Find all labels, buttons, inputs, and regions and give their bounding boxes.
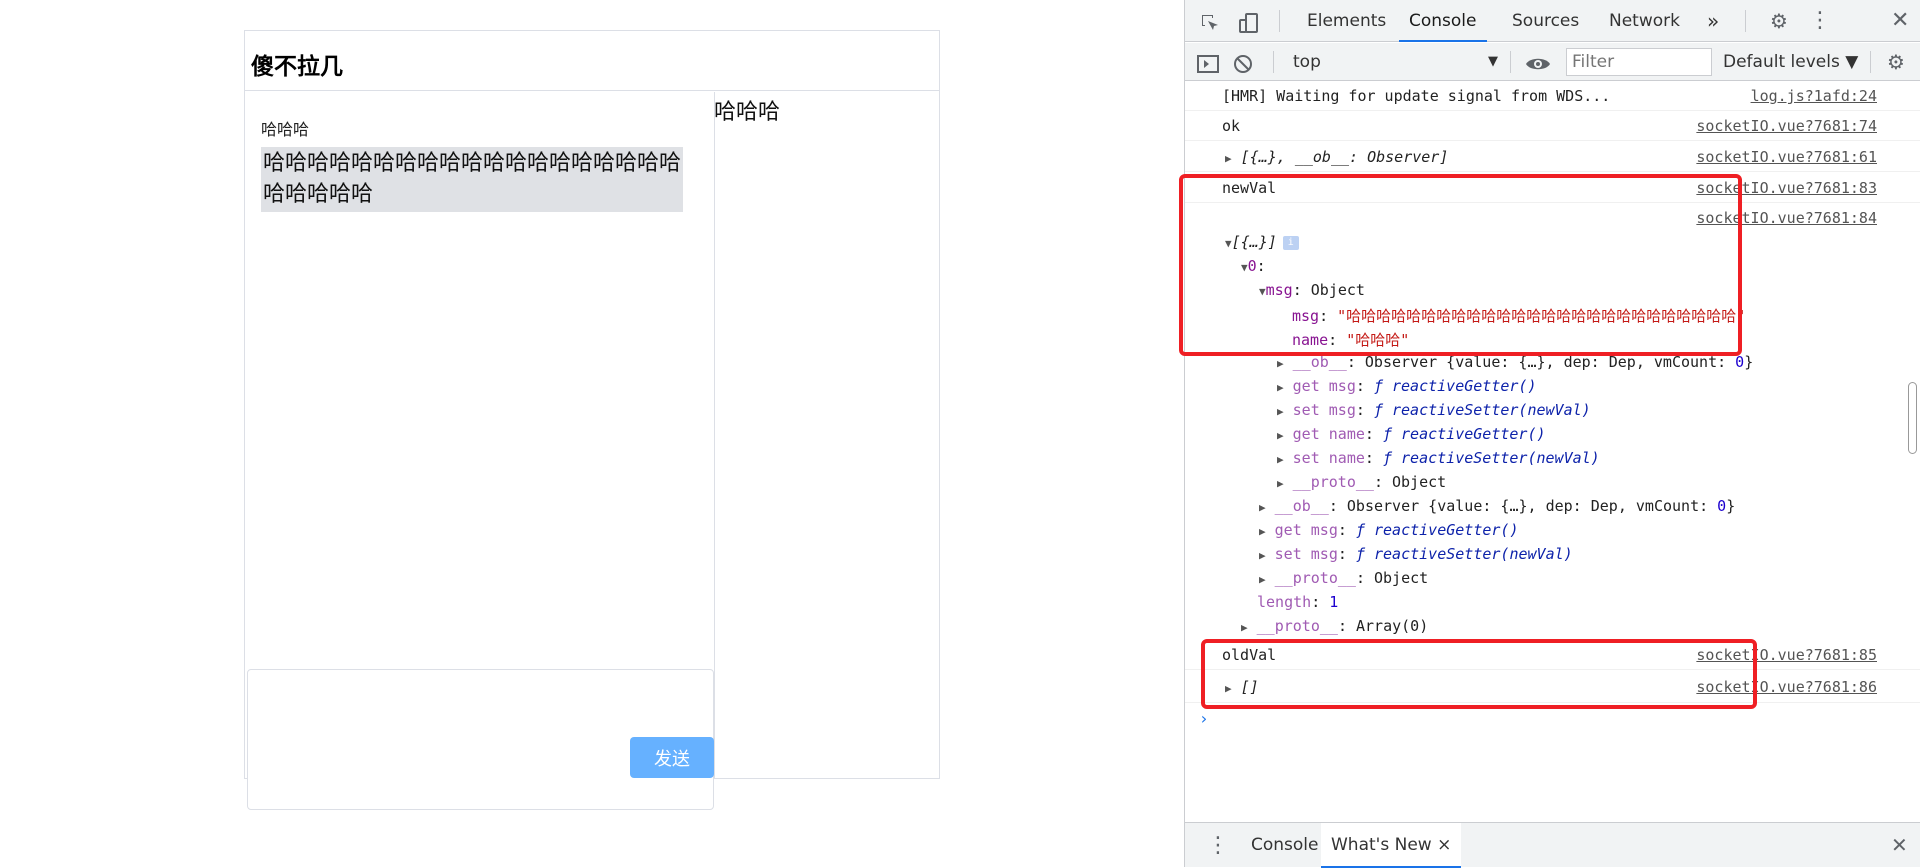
tree-get-name[interactable]: ▶ get name: ƒ reactiveGetter() — [1277, 425, 1546, 443]
message-sender: 哈哈哈 — [261, 120, 310, 139]
close-devtools-icon[interactable]: ✕ — [1891, 0, 1909, 42]
annotation-box — [1179, 174, 1742, 356]
message-bubble: 哈哈哈哈哈哈哈哈哈哈哈哈哈哈哈哈哈哈哈哈哈哈哈哈 — [261, 147, 683, 212]
log-source-link[interactable]: socketIO.vue?7681:74 — [1696, 117, 1877, 135]
log-row: ok socketIO.vue?7681:74 — [1185, 111, 1920, 141]
log-message: ok — [1222, 117, 1241, 135]
chat-app: 傻不拉几 哈哈哈 哈哈哈哈哈哈哈哈哈哈哈哈哈哈哈哈哈哈哈哈哈哈哈哈 — [244, 30, 940, 810]
app-header: 傻不拉几 — [245, 31, 939, 91]
log-row: ▶ [{…}, __ob__: Observer] socketIO.vue?7… — [1185, 141, 1920, 172]
tree-set-msg[interactable]: ▶ set msg: ƒ reactiveSetter(newVal) — [1277, 401, 1591, 419]
clear-console-icon[interactable] — [1233, 43, 1253, 81]
inspect-element-icon[interactable] — [1199, 0, 1221, 42]
page-title: 傻不拉几 — [251, 54, 343, 80]
console-settings-gear-icon[interactable]: ⚙ — [1887, 43, 1905, 81]
console-log: [HMR] Waiting for update signal from WDS… — [1179, 82, 1920, 822]
user-panel-label: 哈哈哈 — [714, 100, 781, 125]
context-select[interactable]: top ▼ — [1293, 43, 1498, 81]
tree-proto[interactable]: ▶ __proto__: Object — [1259, 569, 1428, 587]
tab-network[interactable]: Network — [1609, 0, 1680, 42]
devtools-tabbar: Elements Console Sources Network » ⚙ ⋮ ✕ — [1185, 0, 1920, 42]
tree-length: length: 1 — [1257, 593, 1339, 611]
log-source-link[interactable]: log.js?1afd:24 — [1751, 87, 1877, 105]
drawer-tab-console[interactable]: Console — [1241, 823, 1329, 868]
drawer-tab-whats-new[interactable]: What's New × — [1321, 823, 1462, 868]
tab-sources[interactable]: Sources — [1512, 0, 1579, 42]
drawer-menu-icon[interactable]: ⋮ — [1207, 823, 1229, 868]
devtools-panel: Elements Console Sources Network » ⚙ ⋮ ✕… — [1179, 0, 1920, 868]
log-message: [HMR] Waiting for update signal from WDS… — [1222, 87, 1611, 105]
tree-get-msg[interactable]: ▶ get msg: ƒ reactiveGetter() — [1277, 377, 1537, 395]
tree-ob[interactable]: ▶ __ob__: Observer {value: {…}, dep: Dep… — [1259, 497, 1735, 515]
console-toolbar: top ▼ Default levels ▼ ⚙ — [1185, 43, 1920, 81]
log-object-collapsed[interactable]: ▶ [{…}, __ob__: Observer] — [1225, 148, 1448, 166]
console-prompt-icon[interactable]: › — [1199, 709, 1209, 728]
console-scrollbar[interactable] — [1908, 382, 1917, 454]
more-tabs-button[interactable]: » — [1707, 0, 1719, 42]
context-value: top — [1293, 52, 1321, 72]
chat-panel: 哈哈哈 哈哈哈哈哈哈哈哈哈哈哈哈哈哈哈哈哈哈哈哈哈哈哈哈 — [245, 92, 715, 810]
log-levels-select[interactable]: Default levels ▼ — [1723, 43, 1858, 81]
dropdown-arrow-icon: ▼ — [1488, 54, 1498, 69]
kebab-menu-icon[interactable]: ⋮ — [1809, 0, 1831, 42]
tab-console[interactable]: Console — [1399, 0, 1487, 42]
device-toolbar-icon[interactable] — [1237, 0, 1261, 42]
send-button[interactable]: 发送 — [630, 737, 714, 778]
tree-set-name[interactable]: ▶ set name: ƒ reactiveSetter(newVal) — [1277, 449, 1600, 467]
annotation-box — [1201, 639, 1757, 709]
show-sidebar-icon[interactable] — [1197, 43, 1219, 81]
log-source-link[interactable]: socketIO.vue?7681:61 — [1696, 148, 1877, 166]
close-tab-icon[interactable]: × — [1437, 835, 1451, 855]
settings-gear-icon[interactable]: ⚙ — [1770, 0, 1788, 42]
tree-proto[interactable]: ▶ __proto__: Object — [1277, 473, 1446, 491]
tree-get-msg[interactable]: ▶ get msg: ƒ reactiveGetter() — [1259, 521, 1519, 539]
tree-set-msg[interactable]: ▶ set msg: ƒ reactiveSetter(newVal) — [1259, 545, 1573, 563]
drawer-tabbar: ⋮ Console What's New × ✕ — [1185, 822, 1920, 868]
live-expression-eye-icon[interactable] — [1525, 43, 1551, 81]
tab-elements[interactable]: Elements — [1307, 0, 1386, 42]
log-row: [HMR] Waiting for update signal from WDS… — [1185, 82, 1920, 111]
filter-input[interactable] — [1566, 48, 1712, 76]
close-drawer-icon[interactable]: ✕ — [1891, 823, 1908, 868]
tree-array-proto[interactable]: ▶ __proto__: Array(0) — [1241, 617, 1428, 635]
